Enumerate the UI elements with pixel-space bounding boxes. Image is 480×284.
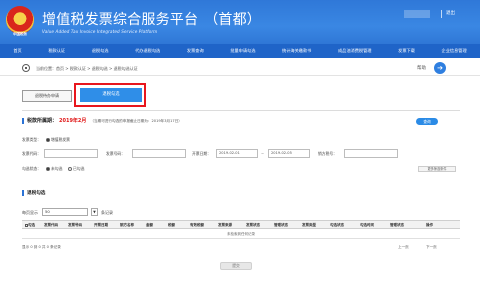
home-icon[interactable] [22,64,30,72]
page-size-label: 每页显示 [22,210,38,215]
results-title: 退税勾选 [27,191,46,196]
column-header: 发票类型 [302,223,316,227]
date-separator: ~ [261,151,265,156]
column-header: 勾选状态 [330,223,344,227]
chevron-down-icon[interactable]: ▼ [91,208,98,216]
no-data-message: 未检索到任何记录 [227,232,255,236]
page-size-select[interactable]: 50 [42,208,88,216]
header-separator [441,10,442,18]
invoice-code-input[interactable] [44,149,98,158]
nav-home[interactable]: 首页 [0,44,35,58]
status-unselected-radio[interactable]: 未勾选 [46,166,62,172]
logout-link[interactable]: 退出 [446,10,455,16]
column-header: 税额 [168,223,175,227]
status-unselected-label: 未勾选 [51,166,63,171]
tax-period-value: 2019年2月 [59,118,87,124]
next-page-link[interactable]: 下一页 [426,245,437,250]
prev-page-link[interactable]: 上一页 [398,245,409,250]
column-header: 有效税额 [190,223,204,227]
user-info[interactable] [404,10,430,18]
invoice-number-label: 发票号码： [106,151,125,156]
divider [22,110,460,111]
invoice-type-label: 发票类型： [22,137,41,142]
nav-company-info[interactable]: 企业信息管理 [428,44,480,58]
section-accent [22,190,24,196]
status-selected-radio[interactable]: 已勾选 [68,166,84,172]
more-filters-button[interactable]: 更多筛选条件 [418,166,456,172]
app-subtitle: Value Added Tax Invoice Integrated Servi… [42,29,158,34]
seller-tax-input[interactable] [344,149,398,158]
column-header: 发票号码 [68,223,82,227]
nav-batch-apply[interactable]: 批量申请勾选 [217,44,269,58]
emblem-caption: 中国税务 [13,32,27,36]
column-header: 管理状态 [274,223,288,227]
nav-refund-select[interactable]: 退税勾选 [78,44,121,58]
section-accent [22,118,24,124]
column-header: 管理状态 [390,223,404,227]
issue-date-label: 开票日期： [192,151,211,156]
submit-button[interactable]: 提交 [220,262,252,270]
main-nav: 首页 税款认证 退税勾选 代办退税勾选 发票查询 批量申请勾选 统计海关缴款书 … [0,44,480,58]
select-status-label: 勾选状态： [22,166,41,171]
nav-customs[interactable]: 统计海关缴款书 [269,44,325,58]
column-header: 发票来源 [218,223,232,227]
nav-oil-tax[interactable]: 成品油消费税管理 [325,44,385,58]
radio-icon[interactable] [46,167,50,171]
column-header: 金额 [146,223,153,227]
column-header: 发票代码 [44,223,58,227]
seller-tax-label: 销方税号： [318,151,337,156]
tax-period-note: （当期可进行勾选的申报截止日期为：2019年3月17日） [90,119,182,123]
invoice-type-option: 增值税发票 [51,137,70,142]
column-header[interactable]: 勾选 [25,223,35,228]
help-label[interactable]: 帮助 [417,65,426,71]
query-button[interactable]: 查询 [416,118,438,125]
help-arrow-icon[interactable]: ➔ [434,62,446,74]
column-header: 操作 [426,223,433,227]
invoice-number-input[interactable] [132,149,186,158]
app-region: （首都） [204,12,262,28]
nav-tax-auth[interactable]: 税款认证 [35,44,78,58]
nav-agent-refund[interactable]: 代办退税勾选 [122,44,174,58]
column-header: 发票状态 [246,223,260,227]
app-title: 增值税发票综合服务平台 （首都） [42,9,261,29]
radio-icon[interactable] [46,138,50,142]
column-header: 销方名称 [120,223,134,227]
nav-invoice-query[interactable]: 发票查询 [174,44,217,58]
tab-refund-pending[interactable]: 退税待办申请 [22,90,72,102]
column-header: 开票日期 [94,223,108,227]
tab-refund-select[interactable]: 退税勾选 [80,88,142,102]
radio-icon[interactable] [68,167,72,171]
invoice-type-radio[interactable]: 增值税发票 [46,137,70,143]
tax-period-label: 税款所属期： [27,118,58,124]
app-title-text: 增值税发票综合服务平台 [42,12,199,28]
date-from-input[interactable]: 2019-02-01 [216,149,258,158]
breadcrumb-bar: 当前位置：首页 > 税款认证 > 退税勾选 > 退税勾选认证 帮助 ➔ [0,60,480,76]
records-label: 条记录 [101,210,113,215]
table-summary: 显示 0 到 0 共 0 条记录 [22,245,61,249]
date-to-input[interactable]: 2019-02-05 [268,149,310,158]
column-header: 勾选时间 [360,223,374,227]
invoice-code-label: 发票代码： [22,151,41,156]
table-header: 勾选 发票代码 发票号码 开票日期 销方名称 金额 税额 有效税额 发票来源 发… [22,220,460,229]
table-divider [22,238,460,239]
tax-period: 税款所属期： 2019年2月 （当期可进行勾选的申报截止日期为：2019年3月17日… [27,117,182,124]
tax-emblem-icon [6,6,34,34]
nav-invoice-download[interactable]: 发票下载 [385,44,428,58]
breadcrumb: 当前位置：首页 > 税款认证 > 退税勾选 > 退税勾选认证 [36,66,138,71]
app-header: 中国税务 增值税发票综合服务平台 （首都） Value Added Tax Inv… [0,0,480,44]
status-selected-label: 已勾选 [73,166,85,171]
